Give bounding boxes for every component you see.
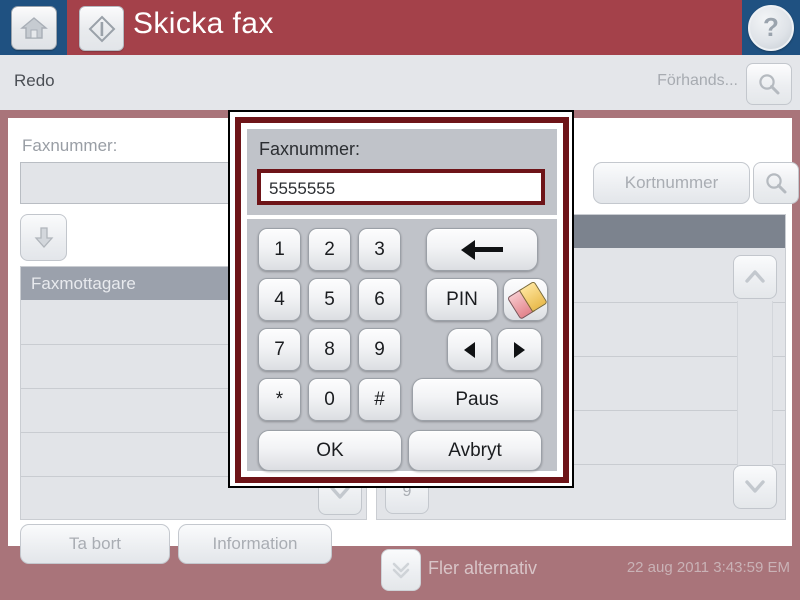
keypad-input[interactable]: 5555555 — [257, 169, 545, 205]
chevron-double-down-icon — [392, 562, 410, 579]
chevron-down-icon — [745, 480, 765, 493]
preview-label: Förhands... — [657, 72, 738, 89]
pause-button[interactable]: Paus — [412, 378, 542, 421]
cursor-right-button[interactable] — [497, 328, 542, 371]
preview-button[interactable] — [746, 63, 792, 105]
speeddial-search-button[interactable] — [753, 162, 799, 204]
ok-button[interactable]: OK — [258, 430, 402, 471]
speeddial-scrollbar-track[interactable] — [737, 301, 773, 471]
key-9[interactable]: 9 — [358, 328, 401, 371]
add-recipient-button[interactable] — [20, 214, 67, 261]
fax-diamond-icon — [79, 6, 124, 51]
eraser-icon — [506, 280, 548, 320]
fax-number-label: Faxnummer: — [22, 136, 118, 155]
key-4[interactable]: 4 — [258, 278, 301, 321]
keypad-buttons-area: 1 2 3 4 5 6 7 8 9 * 0 # PIN Paus OK Avbr… — [247, 219, 557, 471]
pin-button[interactable]: PIN — [426, 278, 498, 321]
key-8[interactable]: 8 — [308, 328, 351, 371]
eraser-button[interactable] — [503, 278, 548, 321]
arrow-right-icon — [514, 341, 525, 358]
status-text: Redo — [14, 71, 55, 90]
key-3[interactable]: 3 — [358, 228, 401, 271]
keypad-label: Faxnummer: — [259, 139, 361, 159]
more-options-button[interactable] — [381, 549, 421, 591]
speeddial-scroll-down-button[interactable] — [733, 465, 777, 509]
magnifier-icon — [759, 74, 780, 95]
backspace-button[interactable] — [426, 228, 538, 271]
home-icon — [10, 5, 57, 50]
key-5[interactable]: 5 — [308, 278, 351, 321]
arrow-down-icon — [34, 226, 53, 248]
key-6[interactable]: 6 — [358, 278, 401, 321]
key-7[interactable]: 7 — [258, 328, 301, 371]
keypad-dialog-border: Faxnummer: 5555555 1 2 3 4 5 6 7 8 9 * 0… — [235, 117, 569, 483]
timestamp: 22 aug 2011 3:43:59 EM — [626, 559, 790, 576]
magnifier-icon — [766, 173, 787, 194]
key-2[interactable]: 2 — [308, 228, 351, 271]
help-question-icon: ? — [748, 4, 794, 51]
page-title: Skicka fax — [133, 7, 274, 40]
status-bar: Redo Förhands... — [0, 55, 800, 111]
help-button[interactable]: ? — [742, 0, 800, 55]
speeddial-button[interactable]: Kortnummer — [593, 162, 750, 204]
key-1[interactable]: 1 — [258, 228, 301, 271]
app-header: Skicka fax ? — [0, 0, 800, 55]
backspace-arrow-icon — [461, 239, 503, 260]
cancel-button[interactable]: Avbryt — [408, 430, 542, 471]
key-0[interactable]: 0 — [308, 378, 351, 421]
fax-application-screen: Skicka fax ? Redo Förhands... Faxnummer: — [0, 0, 800, 600]
keypad-input-area: Faxnummer: 5555555 — [247, 129, 557, 215]
keypad-dialog: Faxnummer: 5555555 1 2 3 4 5 6 7 8 9 * 0… — [228, 110, 574, 488]
arrow-left-icon — [464, 341, 475, 358]
key-asterisk[interactable]: * — [258, 378, 301, 421]
chevron-up-icon — [745, 270, 765, 283]
key-hash[interactable]: # — [358, 378, 401, 421]
remove-button[interactable]: Ta bort — [20, 524, 170, 564]
cursor-left-button[interactable] — [447, 328, 492, 371]
speeddial-scroll-up-button[interactable] — [733, 255, 777, 299]
more-options-label: Fler alternativ — [428, 558, 538, 578]
keypad-dialog-inner: Faxnummer: 5555555 1 2 3 4 5 6 7 8 9 * 0… — [241, 123, 563, 477]
information-button[interactable]: Information — [178, 524, 332, 564]
keypad-input-value: 5555555 — [269, 179, 336, 198]
home-button[interactable] — [0, 0, 67, 55]
